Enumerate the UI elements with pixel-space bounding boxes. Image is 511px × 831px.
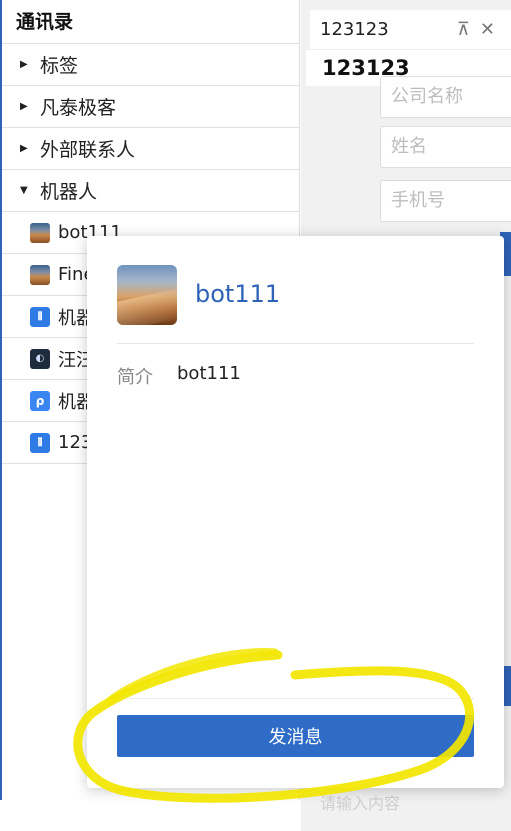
bot-name: bot111 (195, 280, 281, 308)
robot-icon: ⫴ (30, 432, 50, 453)
bot-avatar (117, 265, 177, 325)
group-company[interactable]: ▶ 凡泰极客 (2, 86, 299, 128)
contacts-title: 通讯录 (2, 0, 299, 44)
name-field[interactable]: 姓名 (380, 126, 511, 168)
divider (117, 343, 474, 344)
tab-actions: ⊼ ✕ (457, 19, 495, 40)
robot-icon: ⫴ (30, 306, 50, 327)
desert-avatar-icon (30, 264, 50, 285)
group-tags[interactable]: ▶ 标签 (2, 44, 299, 86)
finogeeks-logo-icon: ◐ (30, 348, 50, 369)
intro-label: 简介 (117, 367, 153, 388)
group-robots[interactable]: ▼ 机器人 (2, 170, 299, 212)
group-label: 外部联系人 (40, 139, 136, 161)
bot-profile-popup: bot111 简介 bot111 发消息 (87, 236, 504, 788)
p-app-icon: ρ (30, 390, 50, 411)
desert-avatar-icon (30, 222, 50, 243)
group-external-contacts[interactable]: ▶ 外部联系人 (2, 128, 299, 170)
caret-down-icon: ▼ (20, 185, 28, 196)
tab-label: 123123 (320, 19, 389, 40)
pin-icon[interactable]: ⊼ (457, 19, 470, 40)
intro-value: bot111 (177, 363, 241, 384)
group-label: 机器人 (40, 181, 98, 203)
caret-right-icon: ▶ (20, 101, 28, 112)
divider (117, 698, 474, 699)
caret-right-icon: ▶ (20, 59, 28, 70)
group-label: 凡泰极客 (40, 97, 117, 119)
group-label: 标签 (40, 55, 79, 77)
company-field[interactable]: 公司名称 (380, 76, 511, 118)
send-message-button[interactable]: 发消息 (117, 715, 474, 757)
phone-field[interactable]: 手机号 (380, 180, 511, 222)
input-placeholder[interactable]: 请输入内容 (320, 790, 400, 814)
close-icon[interactable]: ✕ (480, 19, 495, 40)
tab-123123[interactable]: 123123 ⊼ ✕ (310, 10, 511, 50)
caret-right-icon: ▶ (20, 143, 28, 154)
